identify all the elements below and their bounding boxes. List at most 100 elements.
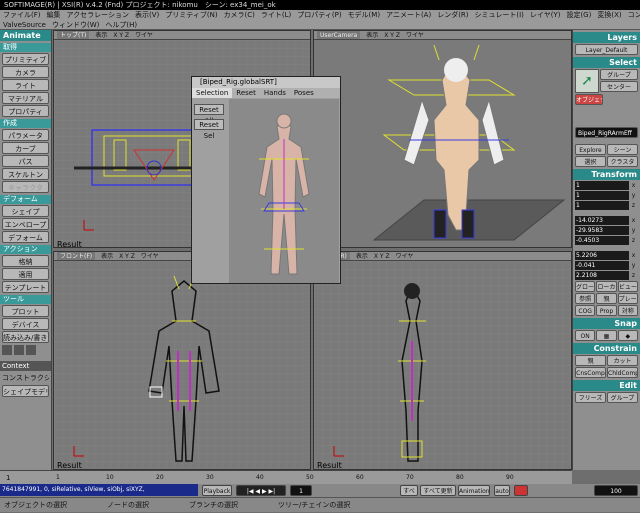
playback-controls[interactable]: |◀ ◀ ▶ ▶| — [236, 485, 286, 496]
viewport-camera-menu-view[interactable]: 表示 — [366, 31, 378, 39]
edit-group-button[interactable]: グループ — [607, 392, 638, 403]
rotate-value[interactable]: -0.4503 — [575, 236, 629, 245]
paint-icon[interactable] — [26, 345, 36, 355]
tool-button-3-1[interactable]: 適用 — [2, 268, 49, 280]
viewport-top-menu-wire[interactable]: ワイヤ — [135, 31, 153, 39]
viewport-front-title[interactable]: フロント(F) — [57, 252, 96, 260]
constrain-cut-button[interactable]: カット — [607, 355, 638, 366]
menu-item-4[interactable]: プリミティブ(N) — [162, 10, 220, 20]
cnscomp-button[interactable]: CnsComp — [575, 367, 606, 378]
menu-item-secondary-0[interactable]: ValveSource — [0, 20, 49, 30]
tool-button-3-0[interactable]: 格納 — [2, 255, 49, 267]
tool-button-0-1[interactable]: カメラ — [2, 66, 49, 78]
viewport-right-menu-axes[interactable]: X Y Z — [374, 252, 390, 260]
constrain-parent-button[interactable]: 親 — [575, 355, 606, 366]
menu-item-5[interactable]: カメラ(C) — [221, 10, 258, 20]
menu-item-9[interactable]: アニメート(A) — [383, 10, 434, 20]
tool-button-1-4[interactable]: キャラクタ — [2, 181, 49, 193]
menu-item-secondary-1[interactable]: ウィンドウ(W) — [49, 20, 102, 30]
menu-item-14[interactable]: 変換(X) — [594, 10, 624, 20]
reset-all-button[interactable]: Reset All — [194, 104, 224, 125]
object-button[interactable]: オブジェクト — [575, 94, 603, 105]
viewport-camera-menu-wire[interactable]: ワイヤ — [406, 31, 424, 39]
selection-name-field[interactable]: Biped_RigRArmEff — [575, 127, 638, 138]
translate-value[interactable]: 5.2206 — [575, 251, 629, 260]
viewport-top-menu-view[interactable]: 表示 — [95, 31, 107, 39]
dialog-title[interactable]: [Biped_Rig.globalSRT] — [192, 77, 340, 88]
menu-item-secondary-2[interactable]: ヘルプ(H) — [102, 20, 140, 30]
mode-selector[interactable]: Animate — [0, 30, 51, 41]
viewport-camera[interactable]: UserCamera 表示 X Y Z ワイヤ — [313, 30, 572, 248]
tab-poses[interactable]: Poses — [290, 88, 318, 98]
tool-button-4-0[interactable]: プロット — [2, 305, 49, 317]
menu-item-13[interactable]: 設定(G) — [563, 10, 594, 20]
tool-button-4-1[interactable]: デバイス — [2, 318, 49, 330]
symmetry-button[interactable]: 対称 — [617, 305, 638, 316]
viewport-camera-title[interactable]: UserCamera — [317, 31, 361, 39]
scale-value[interactable]: 1 — [575, 201, 629, 210]
selection-button[interactable]: 選択 — [575, 156, 606, 167]
tool-button-2-1[interactable]: エンベロープ — [2, 218, 49, 230]
scale-field-x[interactable]: 1x — [575, 181, 638, 190]
viewport-front-menu-view[interactable]: 表示 — [101, 252, 113, 260]
reset-sel-button[interactable]: Reset Sel — [194, 119, 224, 140]
tool-button-4-2[interactable]: 読み込み/書き出し — [2, 331, 49, 343]
rotate-value[interactable]: -29.9583 — [575, 226, 629, 235]
snap-grid-icon[interactable]: ▦ — [596, 330, 617, 341]
tool-button-0-2[interactable]: ライト — [2, 79, 49, 91]
tool-button-2-2[interactable]: デフォーム — [2, 231, 49, 243]
timeline[interactable]: 1 10 20 30 40 50 60 70 80 90 — [52, 470, 572, 484]
menu-item-2[interactable]: アクセラレーション — [64, 10, 133, 20]
menu-item-3[interactable]: 表示(V) — [132, 10, 162, 20]
chldcomp-button[interactable]: ChldComp — [607, 367, 638, 378]
scale-field-y[interactable]: 1y — [575, 191, 638, 200]
translate-field-y[interactable]: -0.041 y — [575, 261, 638, 270]
viewport-right-menu-wire[interactable]: ワイヤ — [396, 252, 414, 260]
viewport-top-title[interactable]: トップ(T) — [57, 31, 90, 39]
layer-select[interactable]: Layer_Default — [575, 44, 638, 55]
tool-button-1-1[interactable]: カーブ — [2, 142, 49, 154]
tool-button-1-3[interactable]: スケルトン — [2, 168, 49, 180]
viewport-front-menu-axes[interactable]: X Y Z — [119, 252, 135, 260]
viewport-top-menu-axes[interactable]: X Y Z — [113, 31, 129, 39]
group-button[interactable]: グループ — [600, 69, 638, 80]
translate-value[interactable]: -0.041 — [575, 261, 629, 270]
command-line[interactable]: 7641847991, 0, siRelative, siView, siObj… — [0, 484, 198, 496]
tool-button-3-2[interactable]: テンプレート — [2, 281, 49, 293]
construction-mode-select[interactable]: シェイプモデリング — [2, 385, 49, 397]
snap-point-icon[interactable]: ◆ — [617, 330, 638, 341]
menu-item-10[interactable]: レンダ(R) — [434, 10, 471, 20]
key-icon[interactable] — [514, 485, 528, 496]
context-header[interactable]: Context — [0, 361, 51, 371]
cog-button[interactable]: COG — [575, 305, 596, 316]
viewport-front-menu-wire[interactable]: ワイヤ — [141, 252, 159, 260]
scene-button[interactable]: シーン — [607, 144, 638, 155]
freeze-button[interactable]: フリーズ — [575, 392, 606, 403]
tab-reset[interactable]: Reset — [232, 88, 260, 98]
viewport-right[interactable]: ライト(R) 表示 X Y Z ワイヤ Result — [313, 251, 572, 470]
menu-item-8[interactable]: モデル(M) — [345, 10, 384, 20]
local-button[interactable]: ローカル — [596, 281, 617, 292]
rotate-value[interactable]: -14.0273 — [575, 216, 629, 225]
tool-button-0-0[interactable]: プリミティブ — [2, 53, 49, 65]
translate-value[interactable]: 2.2108 — [575, 271, 629, 280]
rig-preview[interactable] — [229, 99, 339, 283]
update-all-button[interactable]: すべて更新(T) — [420, 485, 456, 506]
snap-on-button[interactable]: ON — [575, 330, 596, 341]
cluster-button[interactable]: クラスタ — [607, 156, 638, 167]
center-button[interactable]: センター — [600, 81, 638, 92]
explore-button[interactable]: Explore — [575, 144, 606, 155]
menu-item-6[interactable]: ライト(L) — [258, 10, 294, 20]
global-button[interactable]: グローバル — [575, 281, 596, 292]
select-arrow-icon[interactable]: ➚ — [575, 69, 599, 93]
tool-button-1-0[interactable]: パラメータ — [2, 129, 49, 141]
prop-button[interactable]: Prop — [596, 305, 617, 316]
rotate-field-x[interactable]: -14.0273 x — [575, 216, 638, 225]
tool-button-2-0[interactable]: シェイプ — [2, 205, 49, 217]
tab-hands[interactable]: Hands — [260, 88, 290, 98]
scale-field-z[interactable]: 1z — [575, 201, 638, 210]
view-button[interactable]: ビュー — [617, 281, 638, 292]
menu-item-12[interactable]: レイヤ(Y) — [527, 10, 564, 20]
menu-item-7[interactable]: プロパティ(P) — [294, 10, 344, 20]
rotate-field-z[interactable]: -0.4503 z — [575, 236, 638, 245]
